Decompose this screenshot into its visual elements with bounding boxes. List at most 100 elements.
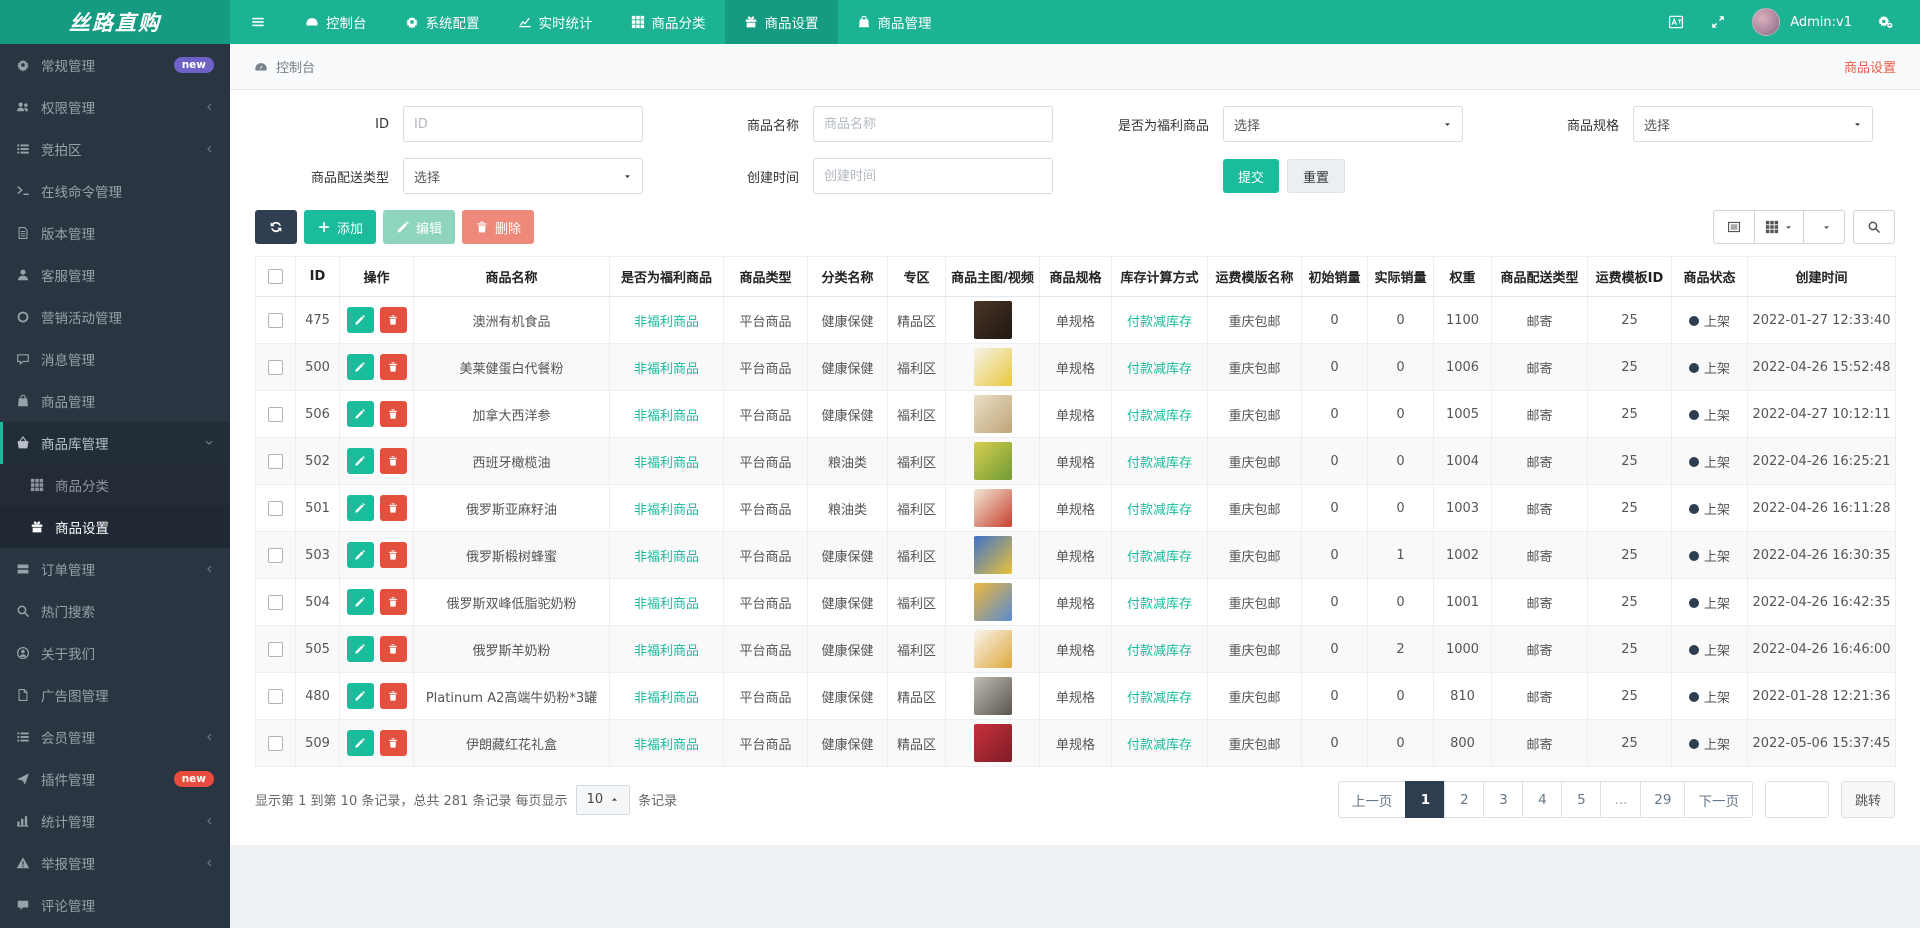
product-image[interactable] bbox=[973, 724, 1012, 762]
sidebar-item-13[interactable]: 广告图管理 bbox=[0, 674, 230, 716]
edit-row-button[interactable] bbox=[346, 495, 374, 521]
product-image[interactable] bbox=[973, 630, 1012, 668]
language-icon[interactable] bbox=[1668, 14, 1684, 30]
row-checkbox[interactable] bbox=[268, 594, 283, 610]
sidebar-subitem-1[interactable]: 商品设置 bbox=[0, 506, 230, 548]
page-size-select[interactable]: 10 bbox=[575, 784, 631, 815]
edit-row-button[interactable] bbox=[346, 448, 374, 474]
jump-button[interactable]: 跳转 bbox=[1840, 781, 1895, 818]
sidebar-item-9[interactable]: 商品库管理 bbox=[0, 422, 230, 464]
nav-item-1[interactable]: 系统配置 bbox=[386, 0, 499, 44]
row-checkbox[interactable] bbox=[268, 359, 283, 375]
page-button-2[interactable]: 2 bbox=[1444, 781, 1485, 818]
product-image[interactable] bbox=[973, 395, 1012, 433]
edit-row-button[interactable] bbox=[346, 683, 374, 709]
row-checkbox[interactable] bbox=[268, 688, 283, 704]
next-page-button[interactable]: 下一页 bbox=[1684, 781, 1753, 818]
sidebar-item-8[interactable]: 商品管理 bbox=[0, 380, 230, 422]
filter-input[interactable] bbox=[813, 106, 1053, 142]
sidebar-item-5[interactable]: 客服管理 bbox=[0, 254, 230, 296]
filter-select[interactable]: 选择 bbox=[403, 158, 643, 194]
sidebar-item-1[interactable]: 权限管理 bbox=[0, 86, 230, 128]
delete-row-button[interactable] bbox=[379, 307, 407, 333]
sidebar-item-12[interactable]: 关于我们 bbox=[0, 632, 230, 674]
product-image[interactable] bbox=[973, 536, 1012, 574]
user-menu[interactable]: Admin:v1 bbox=[1752, 8, 1852, 36]
columns-button[interactable] bbox=[1754, 210, 1804, 244]
row-checkbox[interactable] bbox=[268, 453, 283, 469]
product-image[interactable] bbox=[973, 677, 1012, 715]
delete-row-button[interactable] bbox=[379, 401, 407, 427]
export-button[interactable] bbox=[1803, 210, 1845, 244]
nav-item-5[interactable]: 商品管理 bbox=[838, 0, 951, 44]
sidebar-item-16[interactable]: 统计管理 bbox=[0, 800, 230, 842]
nav-item-3[interactable]: 商品分类 bbox=[612, 0, 725, 44]
page-button-3[interactable]: 3 bbox=[1483, 781, 1524, 818]
nav-item-0[interactable]: 控制台 bbox=[286, 0, 386, 44]
prev-page-button[interactable]: 上一页 bbox=[1337, 781, 1407, 818]
jump-page-input[interactable] bbox=[1764, 781, 1829, 818]
fullscreen-icon[interactable] bbox=[1710, 14, 1726, 30]
sidebar-item-18[interactable]: 评论管理 bbox=[0, 884, 230, 926]
delete-row-button[interactable] bbox=[379, 542, 407, 568]
sidebar-item-14[interactable]: 会员管理 bbox=[0, 716, 230, 758]
page-button-1[interactable]: 1 bbox=[1405, 781, 1446, 818]
sidebar-item-17[interactable]: 举报管理 bbox=[0, 842, 230, 884]
row-checkbox[interactable] bbox=[268, 406, 283, 422]
edit-button[interactable]: 编辑 bbox=[383, 210, 456, 244]
edit-row-button[interactable] bbox=[346, 636, 374, 662]
sidebar-item-15[interactable]: 插件管理 new bbox=[0, 758, 230, 800]
product-image[interactable] bbox=[973, 301, 1012, 339]
sidebar-subitem-0[interactable]: 商品分类 bbox=[0, 464, 230, 506]
product-image[interactable] bbox=[973, 583, 1012, 621]
reset-button[interactable]: 重置 bbox=[1287, 159, 1346, 193]
edit-row-button[interactable] bbox=[346, 401, 374, 427]
sidebar-item-11[interactable]: 热门搜索 bbox=[0, 590, 230, 632]
sidebar-item-0[interactable]: 常规管理 new bbox=[0, 44, 230, 86]
sidebar-item-4[interactable]: 版本管理 bbox=[0, 212, 230, 254]
filter-input[interactable] bbox=[813, 158, 1053, 194]
filter-select[interactable]: 选择 bbox=[1223, 106, 1463, 142]
row-checkbox[interactable] bbox=[268, 312, 283, 328]
add-button[interactable]: 添加 bbox=[304, 210, 377, 244]
settings-cogs-icon[interactable] bbox=[1878, 14, 1894, 30]
page-button-29[interactable]: 29 bbox=[1640, 781, 1686, 818]
delete-row-button[interactable] bbox=[379, 354, 407, 380]
row-checkbox[interactable] bbox=[268, 641, 283, 657]
delete-button[interactable]: 删除 bbox=[462, 210, 535, 244]
edit-row-button[interactable] bbox=[346, 354, 374, 380]
delete-row-button[interactable] bbox=[379, 495, 407, 521]
sidebar-item-7[interactable]: 消息管理 bbox=[0, 338, 230, 380]
nav-item-4[interactable]: 商品设置 bbox=[724, 0, 838, 44]
sidebar-item-2[interactable]: 竞拍区 bbox=[0, 128, 230, 170]
row-checkbox[interactable] bbox=[268, 735, 283, 751]
edit-row-button[interactable] bbox=[346, 307, 374, 333]
delete-row-button[interactable] bbox=[379, 589, 407, 615]
page-button-5[interactable]: 5 bbox=[1561, 781, 1602, 818]
row-checkbox[interactable] bbox=[268, 547, 283, 563]
filter-select[interactable]: 选择 bbox=[1633, 106, 1873, 142]
edit-row-button[interactable] bbox=[346, 542, 374, 568]
nav-item-2[interactable]: 实时统计 bbox=[499, 0, 612, 44]
delete-row-button[interactable] bbox=[379, 636, 407, 662]
search-toggle-button[interactable] bbox=[1853, 210, 1895, 244]
select-all-checkbox[interactable] bbox=[268, 269, 283, 284]
delete-row-button[interactable] bbox=[379, 448, 407, 474]
delete-row-button[interactable] bbox=[379, 683, 407, 709]
sidebar-item-10[interactable]: 订单管理 bbox=[0, 548, 230, 590]
row-checkbox[interactable] bbox=[268, 500, 283, 516]
sidebar-item-6[interactable]: 营销活动管理 bbox=[0, 296, 230, 338]
sidebar-toggle-button[interactable] bbox=[230, 0, 286, 44]
breadcrumb-page-link[interactable]: 商品设置 bbox=[1844, 57, 1896, 76]
refresh-button[interactable] bbox=[255, 210, 297, 244]
delete-row-button[interactable] bbox=[379, 730, 407, 756]
product-image[interactable] bbox=[973, 442, 1012, 480]
filter-input[interactable] bbox=[403, 106, 643, 142]
product-image[interactable] bbox=[973, 489, 1012, 527]
page-button-4[interactable]: 4 bbox=[1522, 781, 1563, 818]
submit-button[interactable]: 提交 bbox=[1223, 159, 1280, 193]
edit-row-button[interactable] bbox=[346, 589, 374, 615]
sidebar-item-3[interactable]: 在线命令管理 bbox=[0, 170, 230, 212]
toggle-view-button[interactable] bbox=[1713, 210, 1755, 244]
edit-row-button[interactable] bbox=[346, 730, 374, 756]
